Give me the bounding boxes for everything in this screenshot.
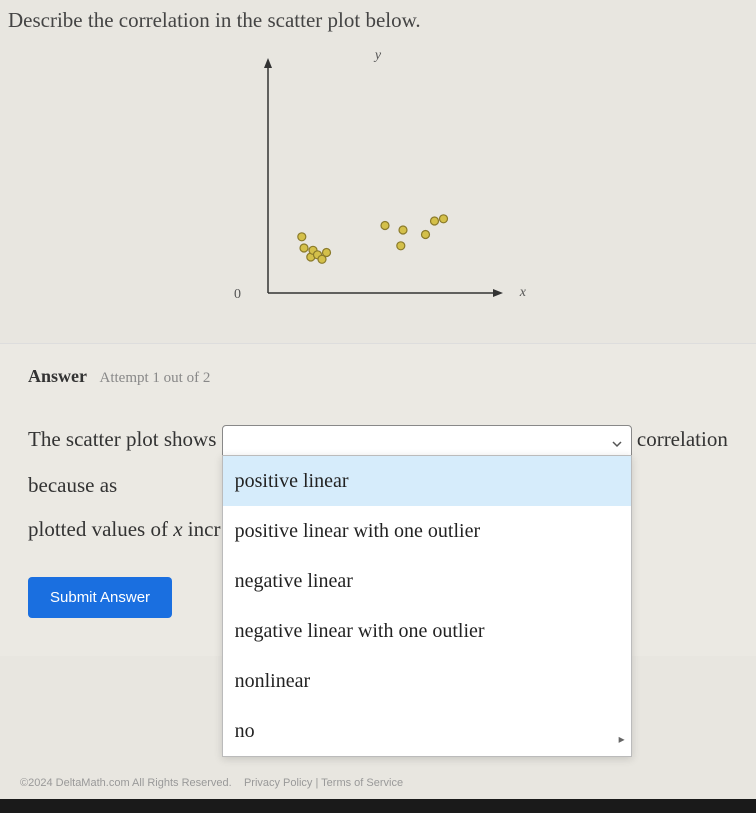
attempt-counter: Attempt 1 out of 2: [100, 370, 211, 386]
answer-label: Answer: [28, 366, 87, 386]
scatter-plot: [248, 53, 508, 313]
scroll-indicator-icon: ▸: [619, 727, 625, 752]
footer-links[interactable]: Privacy Policy | Terms of Service: [244, 777, 403, 789]
submit-answer-button[interactable]: Submit Answer: [28, 577, 172, 618]
dropdown-option[interactable]: positive linear: [223, 456, 631, 506]
page-footer: ©2024 DeltaMath.com All Rights Reserved.…: [10, 771, 413, 795]
answer-sentence: The scatter plot shows positive linear p…: [28, 417, 728, 551]
variable-x: x: [173, 517, 182, 541]
answer-section: Answer Attempt 1 out of 2 The scatter pl…: [0, 343, 756, 656]
question-text: Describe the correlation in the scatter …: [0, 0, 756, 43]
x-axis-label: x: [520, 285, 526, 301]
sentence-part3-prefix: plotted values of: [28, 517, 173, 541]
dropdown-option[interactable]: no: [223, 706, 631, 756]
dropdown-option[interactable]: negative linear with one outlier: [223, 606, 631, 656]
dropdown-option[interactable]: negative linear: [223, 556, 631, 606]
sentence-part3-suffix: incr: [183, 517, 221, 541]
y-axis-label: y: [375, 48, 381, 64]
correlation-dropdown-list: positive linear positive linear with one…: [222, 455, 632, 757]
sentence-part1: The scatter plot shows: [28, 427, 216, 451]
copyright-text: ©2024 DeltaMath.com All Rights Reserved.: [20, 777, 232, 789]
dropdown-option[interactable]: nonlinear: [223, 656, 631, 706]
dropdown-option[interactable]: positive linear with one outlier: [223, 506, 631, 556]
origin-label: 0: [234, 287, 241, 303]
scatter-plot-area: y x 0: [0, 43, 756, 343]
bottom-bar: [0, 799, 756, 813]
